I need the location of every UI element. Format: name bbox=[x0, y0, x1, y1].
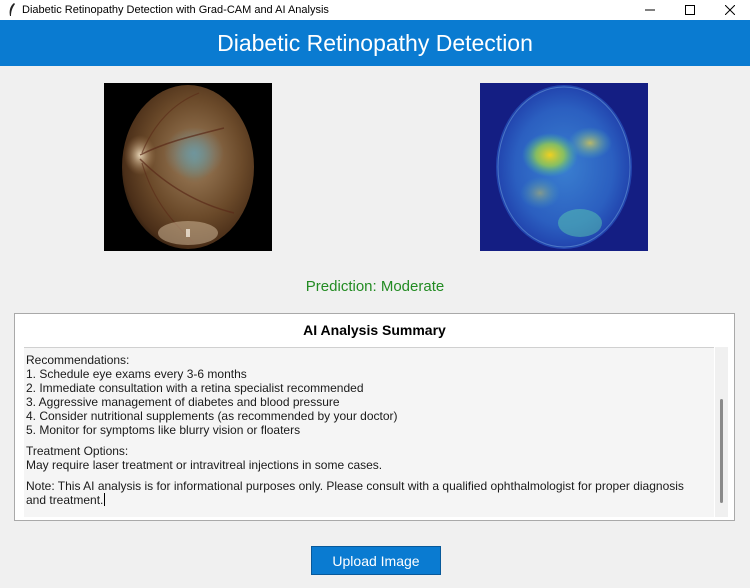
close-icon[interactable] bbox=[710, 0, 750, 20]
maximize-icon[interactable] bbox=[670, 0, 710, 20]
feather-app-icon bbox=[6, 2, 18, 18]
recommendation-item: 3. Aggressive management of diabetes and… bbox=[26, 395, 340, 409]
prediction-label: Prediction: Moderate bbox=[305, 278, 445, 295]
analysis-scrollbar[interactable] bbox=[715, 347, 728, 517]
disclaimer-note: Note: This AI analysis is for informatio… bbox=[26, 479, 696, 507]
app-window: Diabetic Retinopathy Detection with Grad… bbox=[0, 0, 750, 588]
analysis-summary-panel: AI Analysis Summary Recommendations: 1. … bbox=[14, 313, 735, 521]
gradcam-heatmap-image bbox=[480, 83, 648, 251]
treatment-heading: Treatment Options: bbox=[26, 444, 129, 458]
recommendation-item: 4. Consider nutritional supplements (as … bbox=[26, 409, 398, 423]
window-title: Diabetic Retinopathy Detection with Grad… bbox=[22, 4, 329, 16]
analysis-title: AI Analysis Summary bbox=[303, 322, 446, 338]
upload-image-button[interactable]: Upload Image bbox=[311, 546, 441, 575]
analysis-text-area[interactable]: Recommendations: 1. Schedule eye exams e… bbox=[24, 347, 714, 517]
text-cursor bbox=[104, 493, 106, 506]
recommendation-item: 1. Schedule eye exams every 3-6 months bbox=[26, 367, 247, 381]
page-title: Diabetic Retinopathy Detection bbox=[217, 29, 533, 56]
fundus-image bbox=[104, 83, 272, 251]
title-bar: Diabetic Retinopathy Detection with Grad… bbox=[0, 0, 750, 20]
window-controls bbox=[630, 0, 750, 20]
disclaimer-note-text: Note: This AI analysis is for informatio… bbox=[26, 479, 684, 507]
recommendations-heading: Recommendations: bbox=[26, 353, 130, 367]
scrollbar-thumb[interactable] bbox=[720, 399, 723, 503]
recommendation-item: 5. Monitor for symptoms like blurry visi… bbox=[26, 423, 301, 437]
minimize-icon[interactable] bbox=[630, 0, 670, 20]
treatment-text: May require laser treatment or intravitr… bbox=[26, 458, 383, 472]
recommendation-item: 2. Immediate consultation with a retina … bbox=[26, 381, 364, 395]
app-header: Diabetic Retinopathy Detection bbox=[0, 20, 750, 66]
